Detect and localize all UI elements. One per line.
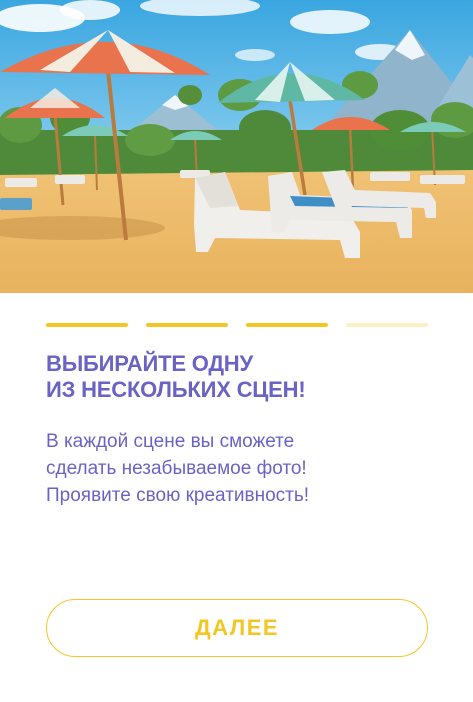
progress-segment xyxy=(146,323,228,327)
title-line: ИЗ НЕСКОЛЬКИХ СЦЕН! xyxy=(46,377,306,402)
description-line: сделать незабываемое фото! xyxy=(46,458,307,479)
hero-image xyxy=(0,0,473,293)
page-title: ВЫБИРАЙТЕ ОДНУ ИЗ НЕСКОЛЬКИХ СЦЕН! xyxy=(46,351,436,403)
description-line: В каждой сцене вы сможете xyxy=(46,431,295,452)
next-button[interactable]: ДАЛЕЕ xyxy=(46,599,428,657)
step-progress-indicator xyxy=(46,323,429,328)
beach-scene-illustration xyxy=(0,0,473,293)
title-line: ВЫБИРАЙТЕ ОДНУ xyxy=(46,351,253,376)
description-line: Проявите свою креативность! xyxy=(46,485,310,506)
description-text: В каждой сцене вы сможете сделать незабы… xyxy=(46,428,446,509)
progress-segment xyxy=(46,323,128,327)
progress-segment xyxy=(346,323,428,327)
progress-segment xyxy=(246,323,328,327)
next-button-label: ДАЛЕЕ xyxy=(194,615,280,640)
onboarding-screen: ВЫБИРАЙТЕ ОДНУ ИЗ НЕСКОЛЬКИХ СЦЕН! В каж… xyxy=(0,0,473,702)
